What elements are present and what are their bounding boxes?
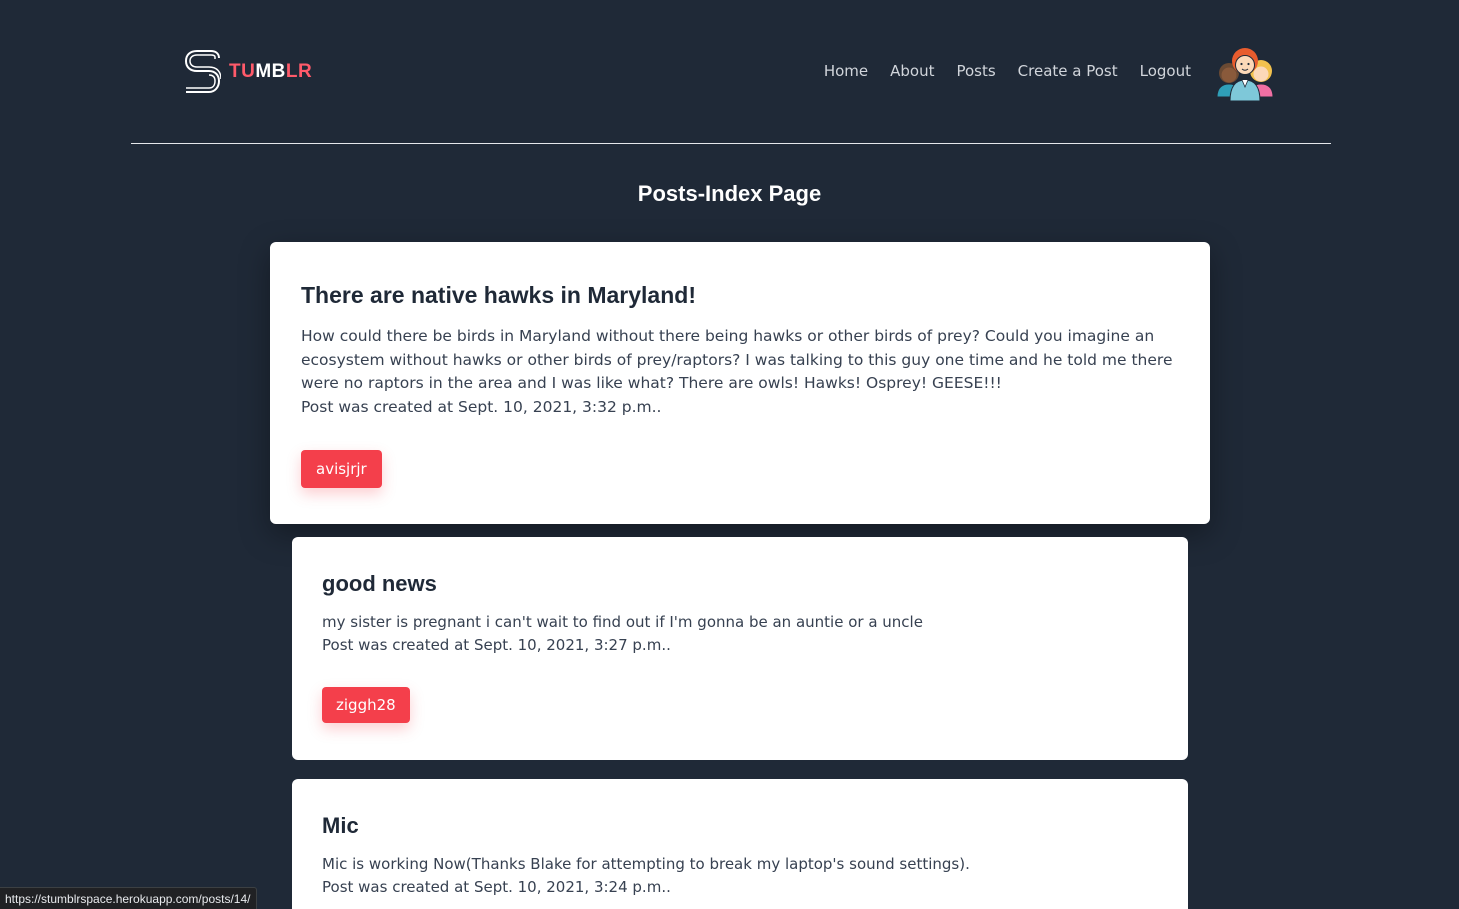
post-author-button[interactable]: avisjrjr xyxy=(301,450,382,488)
link-status-bar: https://stumblrspace.herokuapp.com/posts… xyxy=(0,887,258,909)
page-title: Posts-Index Page xyxy=(637,181,822,206)
logo-text-part: LR xyxy=(285,61,313,82)
post-body: How could there be birds in Maryland wit… xyxy=(301,327,1173,392)
main-nav: Home About Posts Create a Post Logout xyxy=(824,62,1191,80)
post-title: There are native hawks in Maryland! xyxy=(301,282,696,308)
logo-text-part: TU xyxy=(229,61,256,82)
nav-posts-link[interactable]: Posts xyxy=(956,62,995,80)
nav-create-post-link[interactable]: Create a Post xyxy=(1018,62,1118,80)
post-created-at: Post was created at Sept. 10, 2021, 3:24… xyxy=(322,877,671,896)
nav-home-link[interactable]: Home xyxy=(824,62,868,80)
logo[interactable]: TUMBLR xyxy=(185,50,312,94)
post-card: Mic Mic is working Now(Thanks Blake for … xyxy=(292,779,1188,909)
nav-about-link[interactable]: About xyxy=(890,62,934,80)
post-title: Mic xyxy=(322,813,359,838)
users-group-avatar-icon[interactable] xyxy=(1215,43,1275,103)
nav-logout-link[interactable]: Logout xyxy=(1140,62,1191,80)
post-author-button[interactable]: ziggh28 xyxy=(322,687,410,723)
post-title: good news xyxy=(322,571,437,596)
post-card: good news my sister is pregnant i can't … xyxy=(292,537,1188,760)
logo-icon xyxy=(185,50,221,93)
site-header: TUMBLR Home About Posts Create a Post Lo… xyxy=(131,0,1331,144)
post-card: There are native hawks in Maryland! How … xyxy=(270,242,1210,524)
post-body: my sister is pregnant i can't wait to fi… xyxy=(322,613,923,631)
post-created-at: Post was created at Sept. 10, 2021, 3:27… xyxy=(322,635,671,654)
post-created-at: Post was created at Sept. 10, 2021, 3:32… xyxy=(301,397,662,416)
logo-text-part: MB xyxy=(255,61,286,82)
logo-text: TUMBLR xyxy=(229,61,312,83)
post-body: Mic is working Now(Thanks Blake for atte… xyxy=(322,855,970,873)
